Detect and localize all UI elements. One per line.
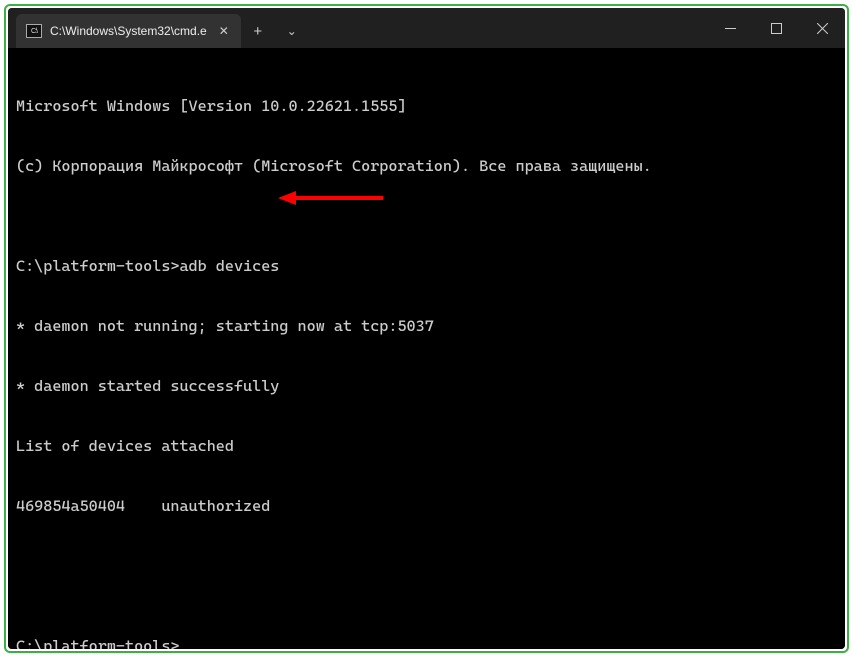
terminal-line: (c) Корпорация Майкрософт (Microsoft Cor… — [16, 156, 837, 176]
window-close-button[interactable] — [799, 8, 845, 48]
tab-cmd[interactable]: C:\ C:\Windows\System32\cmd.e ✕ — [16, 14, 241, 48]
maximize-icon — [771, 23, 782, 34]
titlebar-left-pad — [8, 8, 16, 48]
cmd-icon: C:\ — [26, 24, 42, 38]
terminal-line: Microsoft Windows [Version 10.0.22621.15… — [16, 96, 837, 116]
terminal-output[interactable]: Microsoft Windows [Version 10.0.22621.15… — [8, 48, 845, 649]
terminal-line: C:\platform-tools>adb devices — [16, 256, 837, 276]
titlebar: C:\ C:\Windows\System32\cmd.e ✕ + ⌄ — [8, 8, 845, 48]
terminal-line: C:\platform-tools> — [16, 636, 837, 649]
new-tab-button[interactable]: + — [241, 14, 275, 48]
minimize-icon — [725, 23, 736, 34]
tab-dropdown-button[interactable]: ⌄ — [275, 14, 309, 48]
terminal-line: * daemon started successfully — [16, 376, 837, 396]
annotation-arrow — [278, 188, 388, 208]
close-icon — [817, 23, 828, 34]
tab-close-button[interactable]: ✕ — [215, 22, 233, 40]
tab-title: C:\Windows\System32\cmd.e — [50, 24, 207, 38]
screenshot-border: C:\ C:\Windows\System32\cmd.e ✕ + ⌄ Micr… — [4, 4, 849, 653]
terminal-line: List of devices attached — [16, 436, 837, 456]
terminal-line: * daemon not running; starting now at tc… — [16, 316, 837, 336]
terminal-line: 469854a50404 unauthorized — [16, 496, 837, 516]
titlebar-drag-area[interactable] — [309, 8, 707, 48]
maximize-button[interactable] — [753, 8, 799, 48]
terminal-window: C:\ C:\Windows\System32\cmd.e ✕ + ⌄ Micr… — [8, 8, 845, 649]
minimize-button[interactable] — [707, 8, 753, 48]
